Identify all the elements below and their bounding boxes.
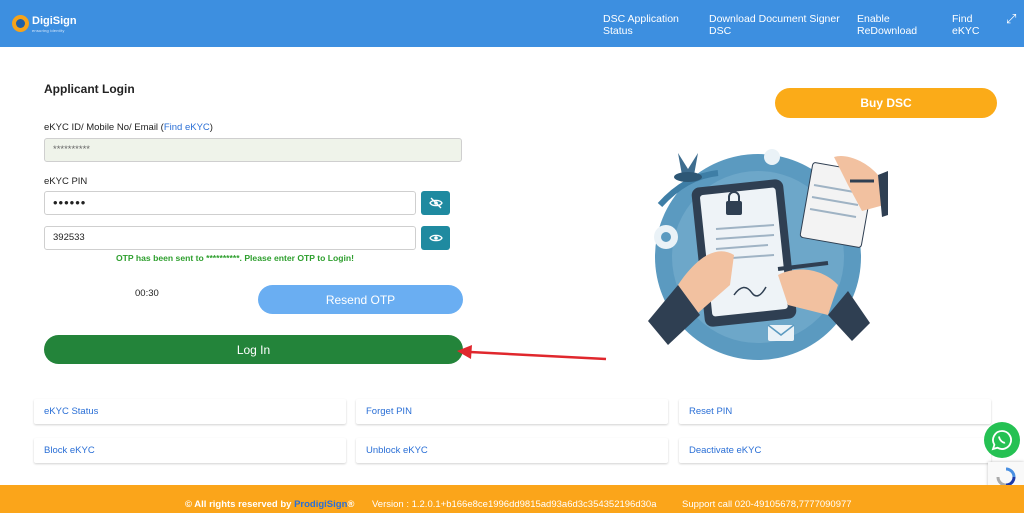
nav-label: eKYC [952, 25, 980, 37]
ekyc-pin-input[interactable]: •••••• [44, 191, 416, 215]
ekyc-pin-label: eKYC PIN [44, 176, 88, 187]
nav-label: Download Document Signer [709, 13, 840, 25]
nav-download-document-signer[interactable]: Download Document Signer DSC [709, 13, 840, 37]
toggle-pin-visibility-button[interactable] [421, 191, 450, 215]
footer: © All rights reserved by ProdigiSign® Ve… [0, 485, 1024, 513]
digisign-logo[interactable]: DigiSign ensuring identity [12, 13, 78, 35]
logo-tagline: ensuring identity [32, 28, 65, 33]
document-signing-illustration [648, 149, 888, 360]
top-navbar: DigiSign ensuring identity DSC Applicati… [0, 0, 1024, 47]
link-reset-pin[interactable]: Reset PIN [679, 399, 991, 424]
logo-mark-icon [12, 15, 29, 32]
nav-label: Enable [857, 13, 890, 25]
nav-enable-redownload[interactable]: Enable ReDownload [857, 13, 917, 37]
support-text: Support call 020-49105678,7777090977 [682, 499, 852, 510]
applicant-login-title: Applicant Login [44, 82, 135, 96]
ekyc-id-label-close: ) [209, 122, 213, 133]
copyright-prefix: © All rights reserved by [185, 499, 295, 510]
registered-mark: ® [347, 499, 355, 510]
copyright-text: © All rights reserved by ProdigiSign® [185, 499, 354, 510]
nav-label: ReDownload [857, 25, 918, 37]
ekyc-id-label-text: eKYC ID/ Mobile No/ Email ( [44, 122, 164, 133]
nav-label: DSC [709, 25, 732, 37]
expand-icon[interactable]: ⤢ [1006, 11, 1016, 27]
logo-text: DigiSign [32, 15, 77, 27]
toggle-otp-visibility-button[interactable] [421, 226, 450, 250]
page: DigiSign ensuring identity DSC Applicati… [0, 0, 1024, 513]
ekyc-id-label: eKYC ID/ Mobile No/ Email (Find eKYC) [44, 122, 213, 133]
resend-otp-button[interactable]: Resend OTP [258, 285, 463, 314]
prodigisign-link[interactable]: ProdigiSign [294, 499, 347, 510]
whatsapp-button[interactable] [984, 422, 1020, 458]
otp-input[interactable]: 392533 [44, 226, 416, 250]
find-ekyc-link[interactable]: Find eKYC [164, 122, 210, 133]
nav-find-ekyc[interactable]: Find eKYC [952, 13, 979, 37]
buy-dsc-button[interactable]: Buy DSC [775, 88, 997, 118]
eye-icon [428, 234, 443, 242]
link-block-ekyc[interactable]: Block eKYC [34, 438, 346, 463]
link-unblock-ekyc[interactable]: Unblock eKYC [356, 438, 668, 463]
nav-dsc-application-status[interactable]: DSC Application Status [603, 13, 679, 37]
otp-timer: 00:30 [135, 288, 159, 299]
version-text: Version : 1.2.0.1+b166e8ce1996dd9815ad93… [372, 499, 657, 510]
ekyc-id-field[interactable]: ********** [44, 138, 462, 162]
link-deactivate-ekyc[interactable]: Deactivate eKYC [679, 438, 991, 463]
link-forget-pin[interactable]: Forget PIN [356, 399, 668, 424]
eye-slash-icon [428, 197, 443, 209]
whatsapp-icon [991, 430, 1012, 451]
nav-label: DSC Application [603, 13, 679, 25]
log-in-button[interactable]: Log In [44, 335, 463, 364]
nav-label: Find [952, 13, 973, 25]
otp-sent-message: OTP has been sent to **********. Please … [116, 253, 354, 263]
nav-label: Status [603, 25, 633, 37]
link-ekyc-status[interactable]: eKYC Status [34, 399, 346, 424]
